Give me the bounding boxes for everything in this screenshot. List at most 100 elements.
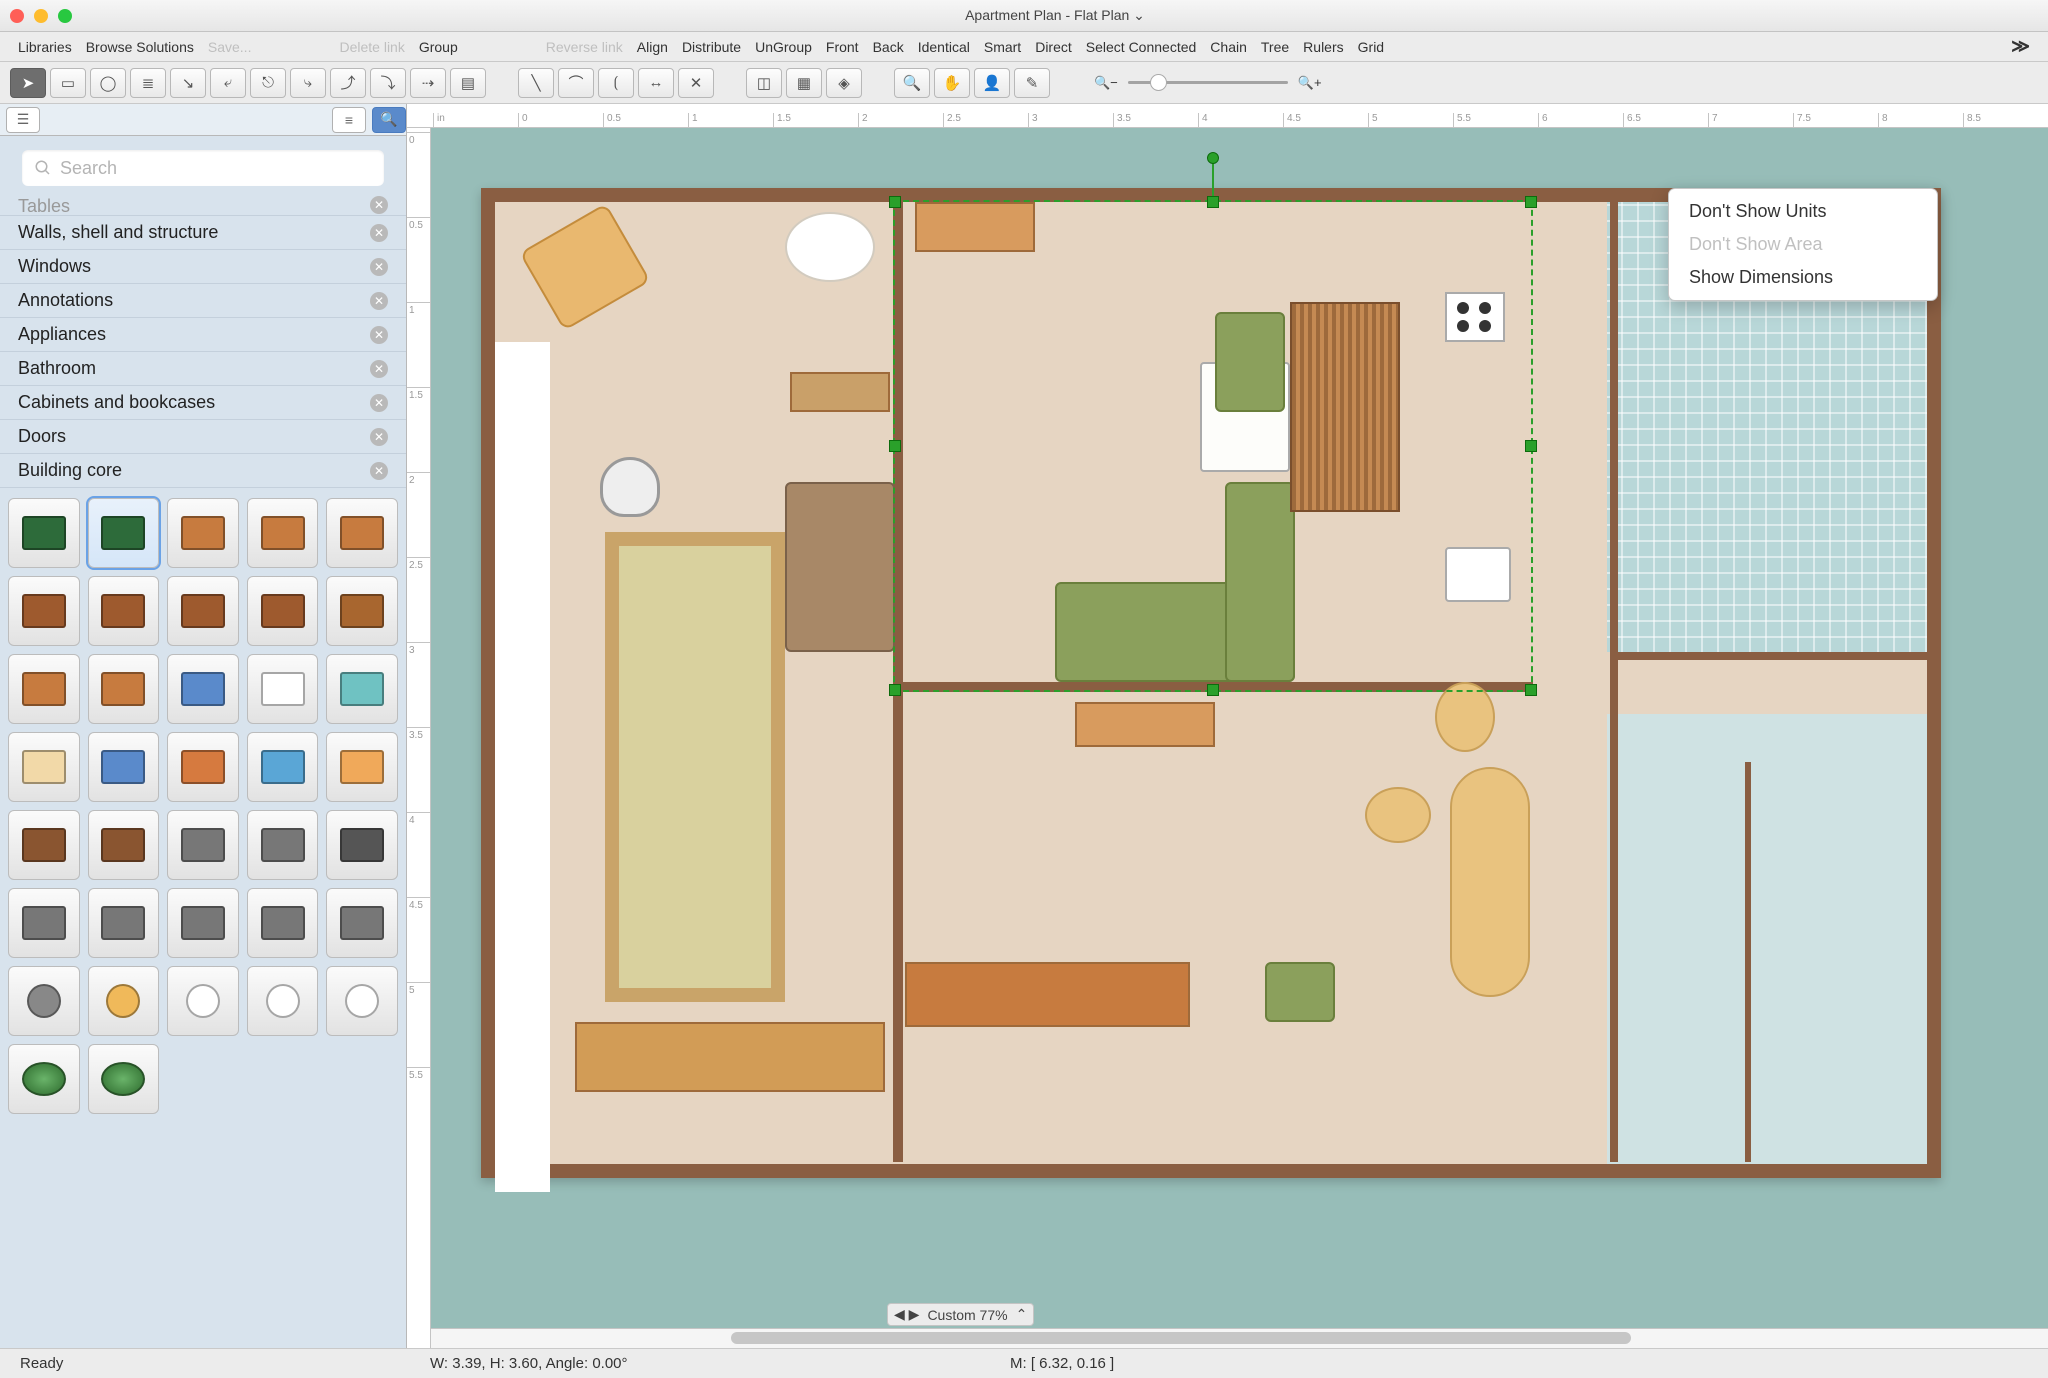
shape-item[interactable]	[326, 966, 398, 1036]
menu-grid[interactable]: Grid	[1358, 39, 1384, 55]
shape-item[interactable]	[247, 498, 319, 568]
lib-list-icon[interactable]: ≡	[332, 107, 366, 133]
shape-item[interactable]	[88, 966, 160, 1036]
menu-direct[interactable]: Direct	[1035, 39, 1072, 55]
menu-tree[interactable]: Tree	[1261, 39, 1289, 55]
wall-bath-divider[interactable]	[1745, 762, 1751, 1162]
tool-conn-3[interactable]: ⎋	[250, 68, 286, 98]
menu-rulers[interactable]: Rulers	[1303, 39, 1343, 55]
tool-pointer[interactable]: ➤	[10, 68, 46, 98]
cabinet-bottom-left[interactable]	[575, 1022, 885, 1092]
wall-vertical-2[interactable]	[1610, 202, 1618, 1162]
tool-arc[interactable]: ⌒	[558, 68, 594, 98]
zoom-thumb[interactable]	[1150, 74, 1167, 91]
tool-text[interactable]: ≣	[130, 68, 166, 98]
tool-conn-5[interactable]: ⤴	[330, 68, 366, 98]
cabinet-row[interactable]	[905, 962, 1190, 1027]
zoom-in-icon[interactable]: 🔍+	[1298, 75, 1322, 91]
close-icon[interactable]: ✕	[370, 292, 388, 310]
tool-person-icon[interactable]: 👤	[974, 68, 1010, 98]
menu-browse-solutions[interactable]: Browse Solutions	[86, 39, 194, 55]
shape-item[interactable]	[167, 966, 239, 1036]
shape-item[interactable]	[88, 1044, 160, 1114]
close-icon[interactable]: ✕	[370, 428, 388, 446]
sofa-left[interactable]	[785, 482, 895, 652]
tool-rect[interactable]: ▭	[50, 68, 86, 98]
lib-toggle-icon[interactable]: ☰	[6, 107, 40, 133]
stool-green[interactable]	[1265, 962, 1335, 1022]
menu-front[interactable]: Front	[826, 39, 859, 55]
shape-item[interactable]	[167, 888, 239, 958]
close-icon[interactable]: ✕	[370, 360, 388, 378]
sink-oval[interactable]	[785, 212, 875, 282]
coffee-table[interactable]	[1075, 702, 1215, 747]
menu-libraries[interactable]: Libraries	[18, 39, 72, 55]
menu-back[interactable]: Back	[873, 39, 904, 55]
office-chair[interactable]	[600, 457, 660, 517]
close-icon[interactable]: ✕	[370, 462, 388, 480]
tool-conn-1[interactable]: ↘	[170, 68, 206, 98]
maximize-icon[interactable]	[58, 9, 72, 23]
shape-item[interactable]	[247, 888, 319, 958]
desk-small[interactable]	[790, 372, 890, 412]
category-annotations[interactable]: Annotations✕	[0, 284, 406, 318]
close-icon[interactable]: ✕	[370, 394, 388, 412]
menu-group[interactable]: Group	[419, 39, 458, 55]
ctx-show-dimensions[interactable]: Show Dimensions	[1669, 261, 1937, 294]
close-icon[interactable]: ✕	[370, 224, 388, 242]
shape-item[interactable]	[167, 732, 239, 802]
category-appliances[interactable]: Appliances✕	[0, 318, 406, 352]
shape-item[interactable]	[8, 654, 80, 724]
shape-item[interactable]	[167, 654, 239, 724]
shape-item[interactable]	[326, 576, 398, 646]
menu-ungroup[interactable]: UnGroup	[755, 39, 812, 55]
shape-item[interactable]	[8, 732, 80, 802]
tool-pan-icon[interactable]: ✋	[934, 68, 970, 98]
menu-overflow-icon[interactable]: ≫	[2011, 36, 2030, 57]
tool-ellipse[interactable]: ◯	[90, 68, 126, 98]
tool-line[interactable]: ╲	[518, 68, 554, 98]
shape-item[interactable]	[8, 888, 80, 958]
menu-select-connected[interactable]: Select Connected	[1086, 39, 1197, 55]
category-tables[interactable]: Tables✕	[0, 196, 406, 216]
bathtub[interactable]	[1450, 767, 1530, 997]
shape-item[interactable]	[167, 498, 239, 568]
ctx-dont-show-area[interactable]: Don't Show Area	[1669, 228, 1937, 261]
tool-area-1[interactable]: ◫	[746, 68, 782, 98]
scrollbar-horizontal[interactable]	[431, 1328, 2048, 1348]
shape-item[interactable]	[8, 1044, 80, 1114]
shape-item[interactable]	[8, 576, 80, 646]
shape-item[interactable]	[326, 732, 398, 802]
shape-item[interactable]	[167, 810, 239, 880]
shape-item[interactable]	[326, 498, 398, 568]
shape-item[interactable]	[247, 966, 319, 1036]
shape-item[interactable]	[247, 654, 319, 724]
menu-smart[interactable]: Smart	[984, 39, 1021, 55]
tool-dim-cross[interactable]: ✕	[678, 68, 714, 98]
close-icon[interactable]: ✕	[370, 196, 388, 214]
tool-bracket[interactable]: ⟮	[598, 68, 634, 98]
tool-eyedropper-icon[interactable]: ✎	[1014, 68, 1050, 98]
tool-library-icon[interactable]: ▤	[450, 68, 486, 98]
shape-item[interactable]	[88, 732, 160, 802]
tool-conn-2[interactable]: ⤶	[210, 68, 246, 98]
menu-distribute[interactable]: Distribute	[682, 39, 741, 55]
tool-conn-6[interactable]: ⤵	[370, 68, 406, 98]
close-icon[interactable]	[10, 9, 24, 23]
tool-zoom-icon[interactable]: 🔍	[894, 68, 930, 98]
lib-search-icon[interactable]: 🔍	[372, 107, 406, 133]
menu-align[interactable]: Align	[637, 39, 668, 55]
shape-item[interactable]	[88, 576, 160, 646]
shape-item[interactable]	[247, 576, 319, 646]
basin[interactable]	[1365, 787, 1431, 843]
wall-bath-top[interactable]	[1610, 652, 1940, 660]
shape-item[interactable]	[8, 498, 80, 568]
shape-item[interactable]	[326, 654, 398, 724]
category-building-core[interactable]: Building core✕	[0, 454, 406, 488]
search-input[interactable]: Search	[22, 150, 384, 186]
category-walls-shell-and-structure[interactable]: Walls, shell and structure✕	[0, 216, 406, 250]
zoom-out-icon[interactable]: 🔍−	[1094, 75, 1118, 91]
canvas[interactable]: Don't Show Units Don't Show Area Show Di…	[431, 128, 2048, 1348]
shape-item[interactable]	[8, 810, 80, 880]
minimize-icon[interactable]	[34, 9, 48, 23]
